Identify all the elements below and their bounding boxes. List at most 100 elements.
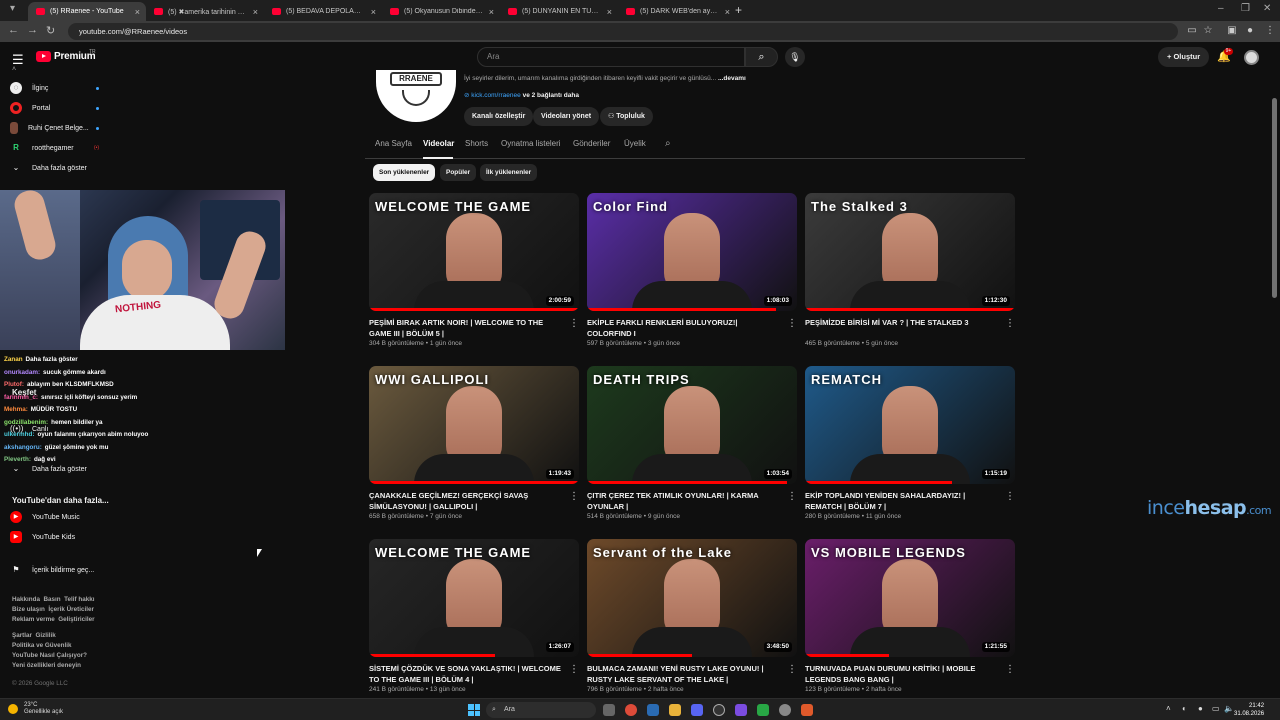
footer-link[interactable]: Reklam verme (12, 616, 55, 623)
discord-icon[interactable] (691, 704, 703, 716)
more-options-icon[interactable]: ⋮ (1005, 491, 1015, 502)
video-card[interactable]: WWI GALLIPOLI 1:19:43 ÇANAKKALE GEÇİLMEZ! … (369, 366, 579, 520)
video-card[interactable]: WELCOME THE GAME 2:00:59 PEŞİMİ BIRAK ARTI… (369, 193, 579, 347)
more-options-icon[interactable]: ⋮ (569, 664, 579, 675)
volume-icon[interactable]: 🔈 (1224, 704, 1234, 713)
close-tab-icon[interactable]: × (607, 7, 612, 17)
video-title[interactable]: EKİP TOPLANDI YENİDEN SAHALARDAYIZ! | RE… (805, 491, 1001, 512)
channel-search-icon[interactable]: ⌕ (665, 138, 671, 149)
chevron-up-icon[interactable]: ˄ (12, 66, 16, 73)
tray-chevron-icon[interactable]: ˄ (1166, 704, 1171, 713)
browser-tab[interactable]: (5) DARK WEB'den ayakkabı SI× (618, 2, 736, 21)
footer-link[interactable]: İçerik Üreticiler (48, 606, 94, 613)
show-more-subscriptions[interactable]: ⌄ Daha fazla göster (10, 159, 110, 177)
app-icon[interactable] (801, 704, 813, 716)
channel-description[interactable]: İyi seyirler dilerim, umarım kanalıma gi… (464, 75, 746, 82)
task-view-icon[interactable] (603, 704, 615, 716)
footer-link[interactable]: Geliştiriciler (58, 616, 94, 623)
search-button[interactable]: ⌕ (745, 47, 778, 67)
footer-link[interactable]: Şartlar (12, 632, 32, 639)
steam-icon[interactable] (647, 704, 659, 716)
browser-tab[interactable]: (5) Okyanusun Dibinde Oksijen× (382, 2, 500, 21)
account-avatar[interactable] (1244, 50, 1259, 65)
settings-gear-icon[interactable] (779, 704, 791, 716)
footer-link[interactable]: Yeni özellikleri deneyin (12, 662, 81, 669)
footer-link[interactable]: Hakkında (12, 596, 40, 603)
browser-tab[interactable]: (5) RRaenee - YouTube × (28, 2, 146, 21)
tab-home[interactable]: Ana Sayfa (375, 139, 412, 148)
obs-icon[interactable] (713, 704, 725, 716)
tab-shorts[interactable]: Shorts (465, 139, 488, 148)
close-tab-icon[interactable]: × (371, 7, 376, 17)
video-thumbnail[interactable]: WELCOME THE GAME 1:26:07 (369, 539, 579, 657)
tab-playlists[interactable]: Oynatma listeleri (501, 139, 561, 148)
create-button[interactable]: + Oluştur (1158, 47, 1210, 67)
windows-start-icon[interactable] (468, 704, 480, 716)
chip-latest[interactable]: Son yüklenenler (373, 164, 436, 181)
search-input[interactable]: Ara (477, 47, 745, 67)
tab-membership[interactable]: Üyelik (624, 139, 646, 148)
app-icon[interactable] (735, 704, 747, 716)
more-options-icon[interactable]: ⋮ (569, 318, 579, 329)
video-thumbnail[interactable]: Color Find 1:08:03 (587, 193, 797, 311)
weather-widget[interactable]: 23°C Genellikle açık (8, 702, 63, 716)
network-icon[interactable]: ▭ (1212, 704, 1220, 713)
browser-tab[interactable]: (5) DÜNYANIN EN TUHAF NÜK× (500, 2, 618, 21)
video-title[interactable]: SİSTEMİ ÇÖZDÜK VE SONA YAKLAŞTIK! | WELC… (369, 664, 565, 685)
sidebar-item-ruhi-cenet[interactable]: Ruhi Çenet Belge... (10, 119, 110, 137)
footer-link[interactable]: YouTube Nasıl Çalışıyor? (12, 652, 87, 659)
youtube-logo[interactable]: Premium (36, 51, 96, 62)
voice-search-button[interactable]: 🎙 (785, 47, 805, 67)
more-options-icon[interactable]: ⋮ (787, 491, 797, 502)
chip-popular[interactable]: Popüler (440, 164, 477, 181)
video-title[interactable]: PEŞİMİZDE BİRİSİ Mİ VAR ? | THE STALKED … (805, 318, 1001, 339)
close-tab-icon[interactable]: × (135, 7, 140, 17)
sidebar-item-youtube-kids[interactable]: ▶ YouTube Kids (10, 528, 110, 546)
close-window-icon[interactable]: ✕ (1263, 3, 1271, 14)
channel-links[interactable]: ⊘ kick.com/rraenee ve 2 bağlantı daha (464, 91, 579, 99)
footer-link[interactable]: Bize ulaşın (12, 606, 45, 613)
sidebar-item-youtube-music[interactable]: ▶ YouTube Music (10, 508, 110, 526)
file-explorer-icon[interactable] (669, 704, 681, 716)
video-card[interactable]: The Stalked 3 1:12:30 PEŞİMİZDE BİRİSİ Mİ … (805, 193, 1015, 347)
minimize-icon[interactable]: – (1218, 3, 1224, 14)
video-card[interactable]: REMATCH 1:15:19 EKİP TOPLANDI YENİDEN SAHA… (805, 366, 1015, 520)
tray-app-icon[interactable]: ● (1198, 704, 1203, 713)
video-thumbnail[interactable]: The Stalked 3 1:12:30 (805, 193, 1015, 311)
sidebar-item-portal[interactable]: Portal (10, 99, 110, 117)
video-card[interactable]: Servant of the Lake 3:48:50 BULMACA ZAMANI… (587, 539, 797, 693)
tray-app-icon[interactable]: ◐ (1182, 704, 1187, 713)
close-tab-icon[interactable]: × (489, 7, 494, 17)
forward-icon[interactable]: → (27, 24, 38, 36)
taskbar-clock[interactable]: 21:42 31.08.2026 (1234, 702, 1264, 718)
tab-videos[interactable]: Videolar (423, 139, 454, 148)
more-options-icon[interactable]: ⋮ (569, 491, 579, 502)
more-options-icon[interactable]: ⋮ (1005, 318, 1015, 329)
page-scrollbar[interactable] (1272, 98, 1277, 298)
video-thumbnail[interactable]: Servant of the Lake 3:48:50 (587, 539, 797, 657)
manage-videos-button[interactable]: Videoları yönet (533, 107, 600, 126)
reload-icon[interactable]: ↻ (46, 24, 55, 37)
browser-tab[interactable]: (5) ✖amerika tarihinin EN RE× (146, 2, 264, 21)
new-tab-button[interactable]: + (735, 3, 742, 17)
bookmark-star-icon[interactable]: ☆ (1202, 25, 1214, 37)
footer-link[interactable]: Politika ve Güvenlik (12, 642, 72, 649)
video-card[interactable]: VS MOBILE LEGENDS 1:21:55 TURNUVADA PUAN D… (805, 539, 1015, 693)
more-options-icon[interactable]: ⋮ (787, 318, 797, 329)
video-title[interactable]: ÇANAKKALE GEÇİLMEZ! GERÇEKÇİ SAVAŞ SİMÜL… (369, 491, 565, 512)
maximize-icon[interactable]: ❐ (1241, 3, 1250, 14)
chip-oldest[interactable]: İlk yüklenenler (480, 164, 538, 181)
video-thumbnail[interactable]: VS MOBILE LEGENDS 1:21:55 (805, 539, 1015, 657)
video-title[interactable]: EKİPLE FARKLI RENKLERİ BULUYORUZ!| COLOR… (587, 318, 783, 339)
sidebar-item-report-history[interactable]: ⚑ İçerik bildirme geç... (10, 561, 120, 579)
more-options-icon[interactable]: ⋮ (787, 664, 797, 675)
channel-avatar[interactable]: RRAENE (376, 70, 456, 122)
video-card[interactable]: DEATH TRIPS 1:03:54 ÇITIR ÇEREZ TEK ATIMLI… (587, 366, 797, 520)
sidebar-item-ilginc[interactable]: ◌ İlginç (10, 79, 110, 97)
video-card[interactable]: WELCOME THE GAME 1:26:07 SİSTEMİ ÇÖZDÜK VE… (369, 539, 579, 693)
video-card[interactable]: Color Find 1:08:03 EKİPLE FARKLI RENKLERİ … (587, 193, 797, 347)
more-options-icon[interactable]: ⋮ (1005, 664, 1015, 675)
taskbar-search[interactable]: ⌕ Ara (486, 702, 596, 718)
footer-link[interactable]: Basın (44, 596, 61, 603)
tab-posts[interactable]: Gönderiler (573, 139, 610, 148)
